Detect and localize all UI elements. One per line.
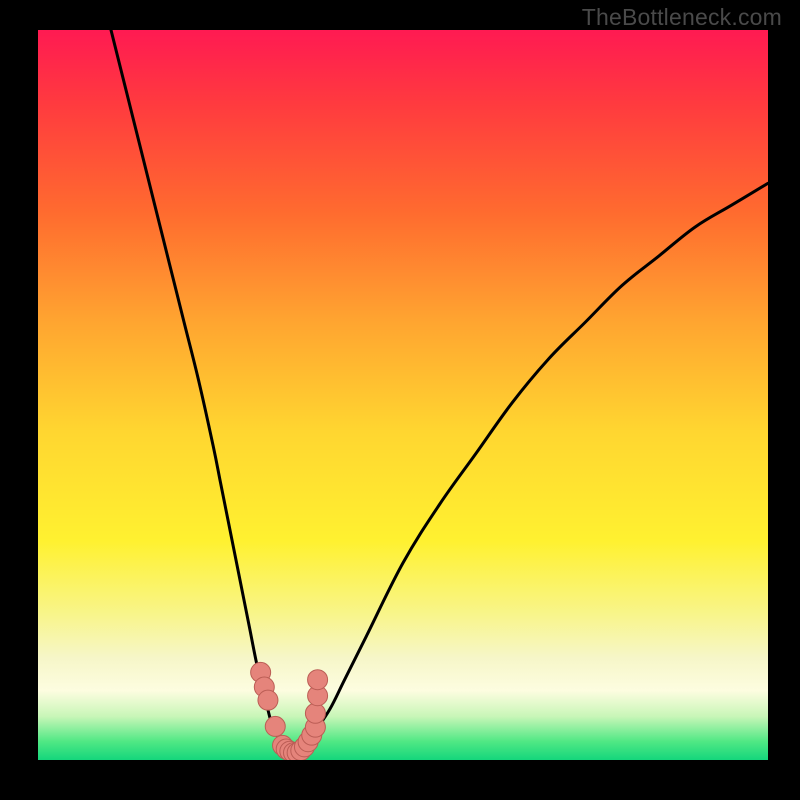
- marker-point: [265, 716, 285, 736]
- marker-point: [258, 690, 278, 710]
- chart-svg: [38, 30, 768, 760]
- watermark-text: TheBottleneck.com: [582, 4, 782, 31]
- gradient-background: [38, 30, 768, 760]
- chart-stage: TheBottleneck.com: [0, 0, 800, 800]
- plot-area: [38, 30, 768, 760]
- marker-point: [305, 703, 325, 723]
- marker-point: [308, 670, 328, 690]
